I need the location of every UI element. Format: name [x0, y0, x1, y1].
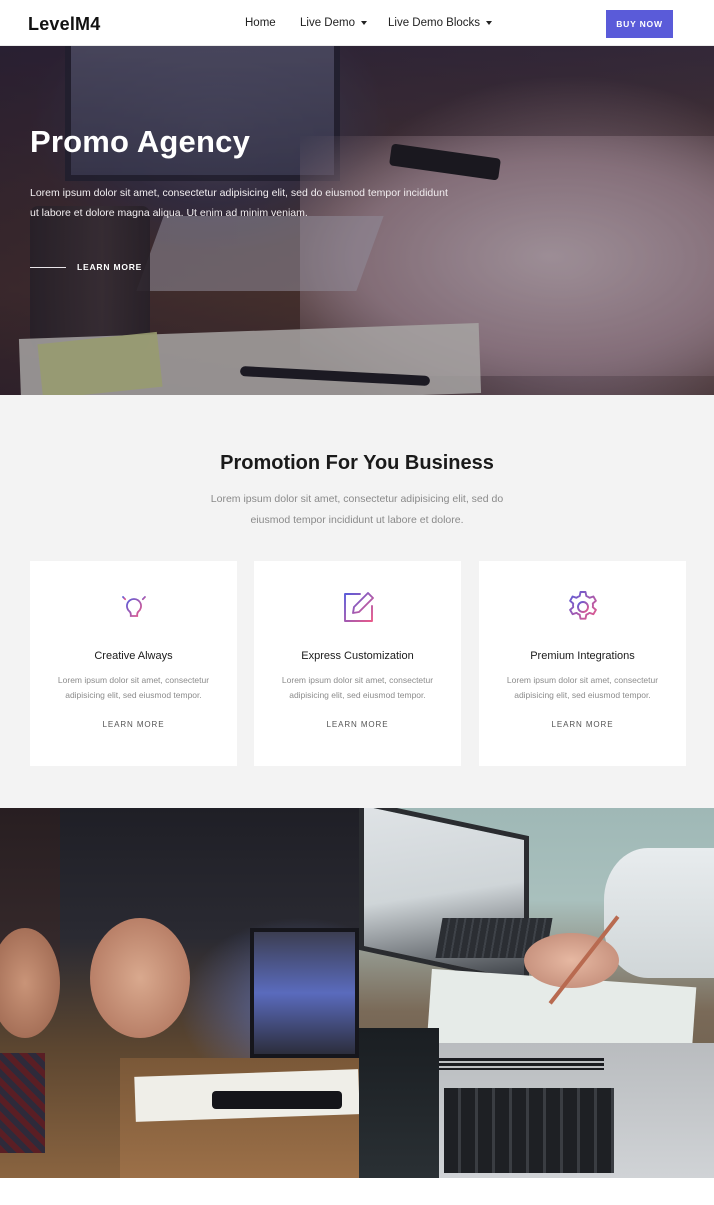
feature-card-customization: Express Customization Lorem ipsum dolor …: [254, 561, 461, 766]
edit-icon: [344, 592, 374, 622]
feature-card-title: Creative Always: [94, 650, 173, 662]
photo-hand: [90, 918, 190, 1038]
nav-live-demo-label: Live Demo: [300, 17, 355, 29]
photo-shirt: [0, 1053, 45, 1153]
hero-description: Lorem ipsum dolor sit amet, consectetur …: [30, 187, 448, 219]
photo-pens: [434, 1058, 604, 1070]
section-subtitle: Lorem ipsum dolor sit amet, consectetur …: [210, 493, 504, 526]
photo-meeting: [0, 808, 359, 1178]
photo-screen: [359, 1028, 439, 1178]
hero-learn-more-link[interactable]: LEARN MORE: [77, 262, 142, 272]
chevron-down-icon: [360, 21, 367, 25]
feature-learn-more-link[interactable]: LEARN MORE: [479, 720, 686, 729]
nav-home-link[interactable]: Home: [245, 17, 276, 29]
photo-laptop: [359, 808, 529, 987]
photo-sleeve: [604, 848, 714, 978]
top-navbar: LevelM4 Home Live Demo Live Demo Blocks …: [0, 0, 714, 46]
photo-workspace: [359, 808, 714, 1178]
page-bottom: [0, 1178, 714, 1205]
nav-home-label: Home: [245, 17, 276, 29]
feature-learn-more-link[interactable]: LEARN MORE: [254, 720, 461, 729]
feature-card-integrations: Premium Integrations Lorem ipsum dolor s…: [479, 561, 686, 766]
features-section: Promotion For You Business Lorem ipsum d…: [0, 395, 714, 808]
brand-logo[interactable]: LevelM4: [28, 14, 100, 35]
feature-card-text: Lorem ipsum dolor sit amet, consectetur …: [57, 675, 210, 700]
photo-laptop: [250, 928, 359, 1058]
feature-card-creative: Creative Always Lorem ipsum dolor sit am…: [30, 561, 237, 766]
nav-live-demo-blocks-dropdown[interactable]: Live Demo Blocks: [388, 17, 493, 29]
gear-icon: [569, 591, 597, 620]
section-title: Promotion For You Business: [220, 452, 494, 474]
feature-card-title: Express Customization: [301, 650, 414, 662]
hero-title: Promo Agency: [30, 124, 251, 159]
chevron-down-icon: [486, 21, 493, 25]
lightbulb-icon: [119, 591, 149, 620]
photo-hand: [524, 933, 619, 988]
hero-banner: Promo Agency Lorem ipsum dolor sit amet,…: [0, 46, 714, 395]
hero-link-divider: [30, 267, 66, 268]
feature-card-text: Lorem ipsum dolor sit amet, consectetur …: [281, 675, 434, 700]
feature-learn-more-link[interactable]: LEARN MORE: [30, 720, 237, 729]
feature-card-title: Premium Integrations: [530, 650, 635, 662]
photo-keyboard: [444, 1088, 614, 1173]
buy-now-button[interactable]: BUY NOW: [606, 10, 673, 38]
photo-phone: [212, 1091, 342, 1109]
nav-live-demo-dropdown[interactable]: Live Demo: [300, 17, 367, 29]
feature-card-text: Lorem ipsum dolor sit amet, consectetur …: [506, 675, 659, 700]
nav-live-demo-blocks-label: Live Demo Blocks: [388, 17, 481, 29]
